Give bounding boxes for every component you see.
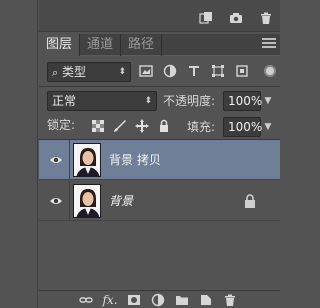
lock-image-pixels-icon[interactable] bbox=[113, 119, 127, 133]
lock-transparent-pixels-icon[interactable] bbox=[91, 119, 105, 133]
panel-bottom-toolbar: fx. bbox=[39, 290, 280, 308]
panel-top-toolbar bbox=[39, 0, 280, 32]
trash-icon[interactable] bbox=[258, 10, 274, 26]
layer-row-background[interactable]: 背景 bbox=[39, 181, 280, 221]
smart-object-filter-icon[interactable] bbox=[235, 64, 249, 78]
updown-arrow-icon: ⬍ bbox=[144, 96, 152, 106]
fill-label: 填充: bbox=[187, 120, 216, 134]
layer-thumbnail bbox=[73, 184, 101, 218]
blend-mode-select[interactable]: 正常 ⬍ bbox=[47, 91, 157, 111]
lock-all-icon[interactable] bbox=[157, 119, 171, 133]
updown-arrow-icon: ⬍ bbox=[118, 67, 126, 77]
opacity-label: 不透明度: bbox=[163, 94, 216, 108]
image-filter-icon[interactable] bbox=[139, 64, 153, 78]
blend-mode-value: 正常 bbox=[52, 94, 77, 108]
filter-kind-label: 类型 bbox=[62, 65, 87, 79]
layer-thumbnail bbox=[73, 143, 101, 177]
divider bbox=[69, 140, 70, 180]
new-panel-icon[interactable] bbox=[198, 10, 214, 26]
fill-input[interactable]: 100% bbox=[223, 117, 262, 137]
filter-toggle-switch[interactable] bbox=[264, 65, 276, 77]
add-mask-icon[interactable] bbox=[127, 293, 141, 307]
lock-label: 锁定: bbox=[47, 118, 76, 132]
adjustment-filter-icon[interactable] bbox=[163, 64, 177, 78]
shape-filter-icon[interactable] bbox=[211, 64, 225, 78]
left-dock-strip bbox=[0, 0, 38, 308]
panel-tabs: 图层 通道 路径 bbox=[39, 34, 280, 56]
layers-panel: 图层 通道 路径 ⌕ 类型 ⬍ 正常 ⬍ 不透明度: 100% ▼ 锁定: 填充… bbox=[39, 0, 280, 308]
new-group-folder-icon[interactable] bbox=[175, 293, 189, 307]
panel-menu-icon[interactable] bbox=[262, 38, 276, 50]
delete-layer-trash-icon[interactable] bbox=[223, 293, 237, 307]
filter-kind-select[interactable]: ⌕ 类型 ⬍ bbox=[47, 62, 131, 82]
tab-layers[interactable]: 图层 bbox=[39, 34, 81, 56]
camera-icon[interactable] bbox=[228, 10, 244, 26]
opacity-dropdown-arrow[interactable]: ▼ bbox=[261, 91, 275, 111]
lock-row: 锁定: 填充: 100% ▼ bbox=[39, 113, 280, 141]
new-layer-icon[interactable] bbox=[199, 293, 213, 307]
blend-row: 正常 ⬍ 不透明度: 100% ▼ bbox=[39, 87, 280, 115]
eye-icon[interactable] bbox=[49, 195, 63, 207]
eye-icon[interactable] bbox=[49, 154, 63, 166]
layer-name[interactable]: 背景 bbox=[109, 192, 133, 209]
lock-position-icon[interactable] bbox=[135, 119, 149, 133]
tab-paths[interactable]: 路径 bbox=[121, 34, 163, 56]
link-layers-icon[interactable] bbox=[79, 293, 93, 307]
layer-row-background-copy[interactable]: 背景 拷贝 bbox=[39, 140, 280, 180]
layer-style-fx-icon[interactable]: fx. bbox=[102, 293, 117, 307]
layer-name[interactable]: 背景 拷贝 bbox=[109, 151, 161, 168]
filter-row: ⌕ 类型 ⬍ bbox=[39, 58, 280, 86]
lock-icon bbox=[245, 194, 255, 208]
search-icon: ⌕ bbox=[52, 66, 59, 79]
opacity-input[interactable]: 100% bbox=[223, 91, 262, 111]
divider bbox=[69, 181, 70, 221]
tab-channels[interactable]: 通道 bbox=[80, 34, 122, 56]
fill-dropdown-arrow[interactable]: ▼ bbox=[261, 117, 275, 137]
adjustment-layer-icon[interactable] bbox=[151, 293, 165, 307]
type-filter-icon[interactable] bbox=[187, 64, 201, 78]
